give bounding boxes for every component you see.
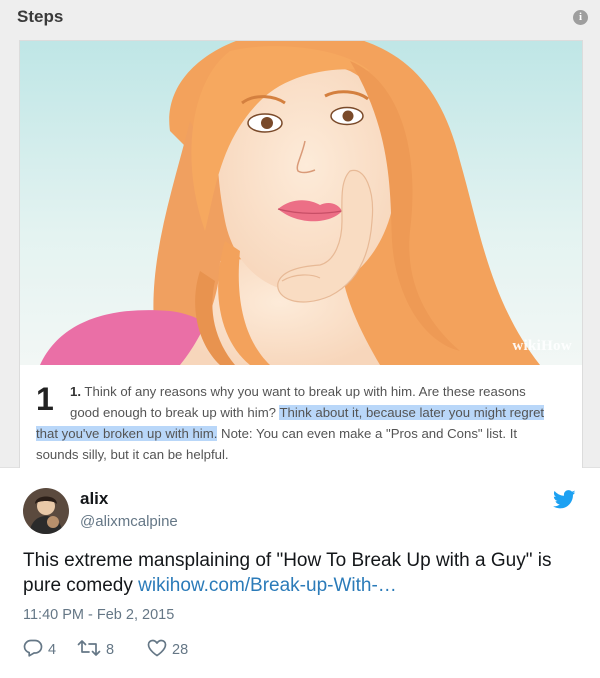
like-button[interactable]: 28	[147, 639, 188, 661]
avatar[interactable]	[23, 488, 69, 534]
wikihow-watermark: wikiHow	[512, 338, 572, 354]
user-name[interactable]: alix	[80, 489, 108, 509]
step-illustration: wikiHow	[20, 41, 582, 365]
wikihow-header: Steps i	[0, 0, 600, 36]
twitter-bird-icon[interactable]	[552, 490, 576, 509]
step-text: 1. Think of any reasons why you want to …	[18, 381, 564, 465]
steps-title: Steps	[17, 7, 64, 26]
reply-icon	[23, 639, 48, 661]
woman-illustration	[20, 41, 582, 365]
heart-icon	[147, 639, 172, 661]
reply-count: 4	[48, 642, 57, 658]
reply-button[interactable]: 4	[23, 639, 56, 661]
step-line: 1. Think of any reasons why you want to …	[70, 384, 526, 399]
like-count: 28	[172, 642, 189, 658]
tweet-link[interactable]: wikihow.com/Break-up-With-…	[138, 575, 397, 596]
tweet-text: This extreme mansplaining of "How To Bre…	[23, 550, 552, 596]
wikihow-card: Steps i wikiHow 1 1. Think of any reason…	[0, 0, 600, 468]
step-panel: wikiHow 1 1. Think of any reasons why yo…	[19, 40, 583, 468]
highlighted-text: Think about it, because later you might …	[279, 405, 545, 420]
step-line: sounds silly, but it can be helpful.	[36, 447, 229, 462]
retweet-icon	[77, 639, 106, 661]
retweet-button[interactable]: 8	[77, 639, 114, 661]
retweet-count: 8	[106, 642, 115, 658]
step-line: that you've broken up with him. Note: Yo…	[36, 426, 518, 441]
tweet-timestamp[interactable]: 11:40 PM - Feb 2, 2015	[23, 607, 174, 623]
highlighted-text: that you've broken up with him.	[36, 426, 218, 441]
info-icon[interactable]: i	[573, 10, 588, 25]
user-handle[interactable]: @alixmcalpine	[80, 513, 178, 530]
step-line: good enough to break up with him? Think …	[70, 405, 545, 420]
